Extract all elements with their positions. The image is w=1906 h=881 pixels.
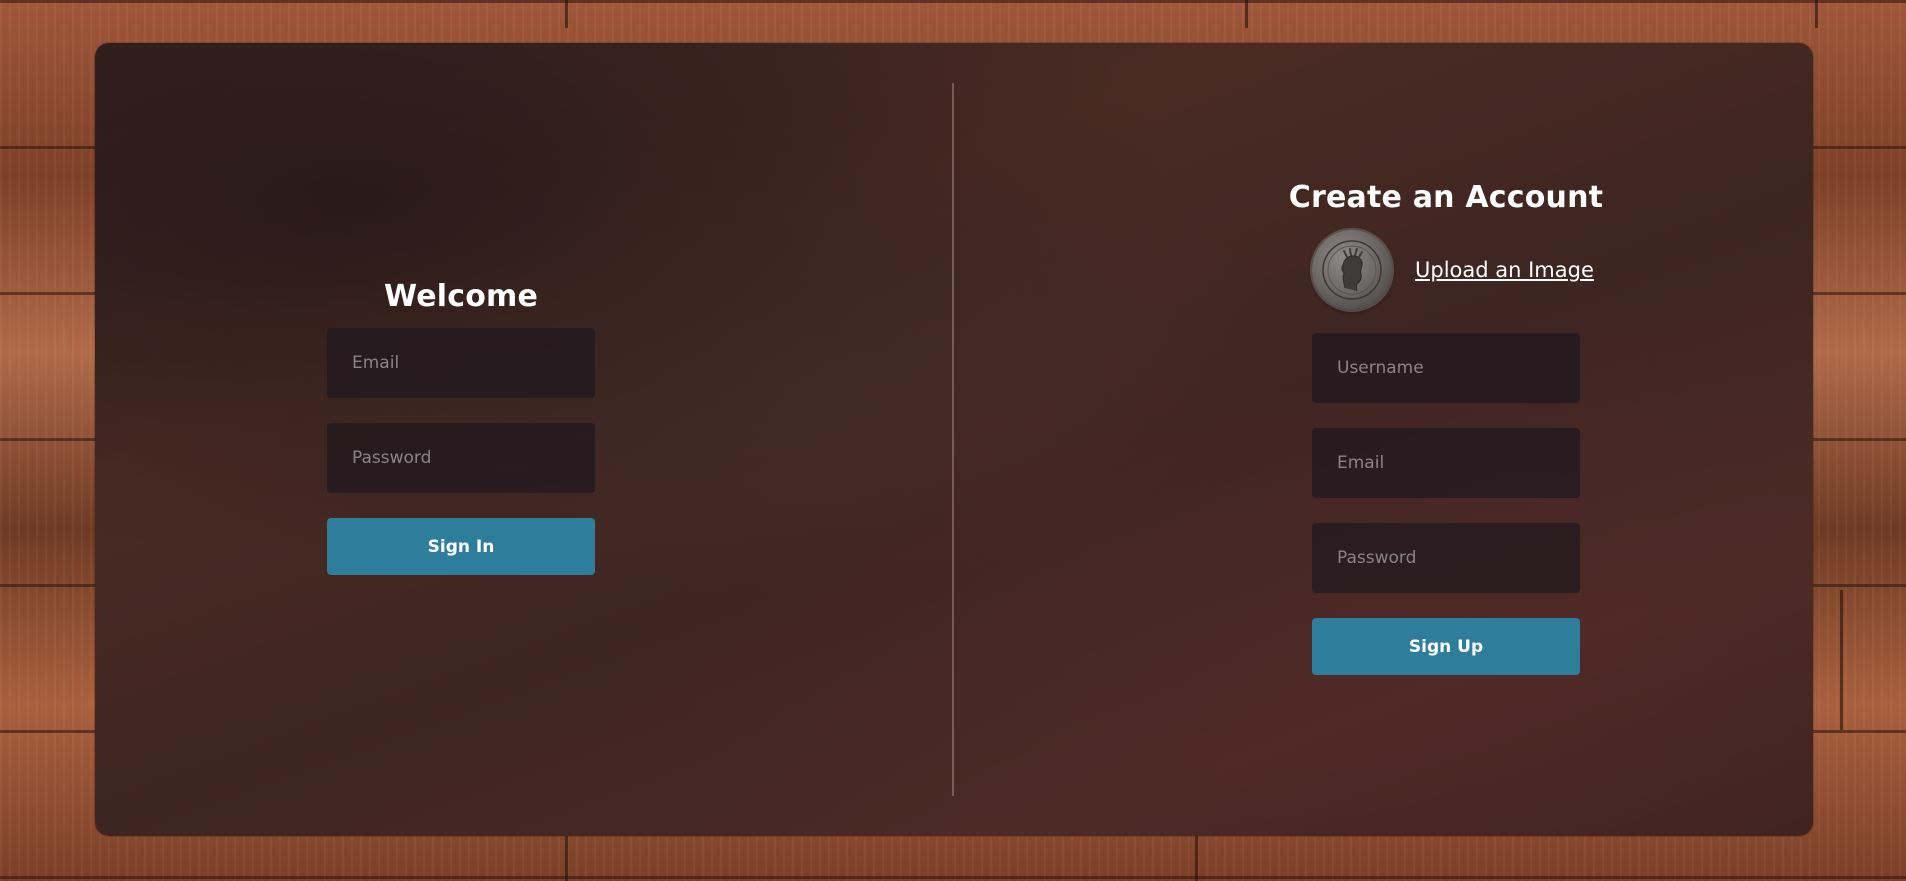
coin-avatar-icon[interactable]: [1312, 230, 1392, 310]
plank-seam: [1195, 835, 1198, 881]
signup-title: Create an Account: [1288, 180, 1604, 215]
signin-password-input[interactable]: [327, 423, 595, 493]
panel-divider: [952, 83, 954, 796]
plank-seam: [1245, 0, 1248, 28]
plank-seam: [565, 835, 568, 881]
signup-form: Create an Account Upload an Image Sign U…: [1289, 176, 1603, 675]
plank-seam: [1815, 0, 1818, 28]
auth-panel: Welcome Sign In Create an Account Upload…: [95, 43, 1813, 836]
plank-seam: [565, 0, 568, 28]
signup-button[interactable]: Sign Up: [1312, 618, 1580, 675]
signin-button[interactable]: Sign In: [327, 518, 595, 575]
signin-form: Welcome Sign In: [327, 275, 595, 575]
signin-title: Welcome: [383, 279, 539, 314]
signup-email-input[interactable]: [1312, 428, 1580, 498]
signup-username-input[interactable]: [1312, 333, 1580, 403]
signup-password-input[interactable]: [1312, 523, 1580, 593]
signin-email-input[interactable]: [327, 328, 595, 398]
upload-image-link[interactable]: Upload an Image: [1415, 258, 1594, 282]
avatar-upload-row: Upload an Image: [1312, 228, 1594, 312]
plank-seam: [1840, 590, 1843, 730]
